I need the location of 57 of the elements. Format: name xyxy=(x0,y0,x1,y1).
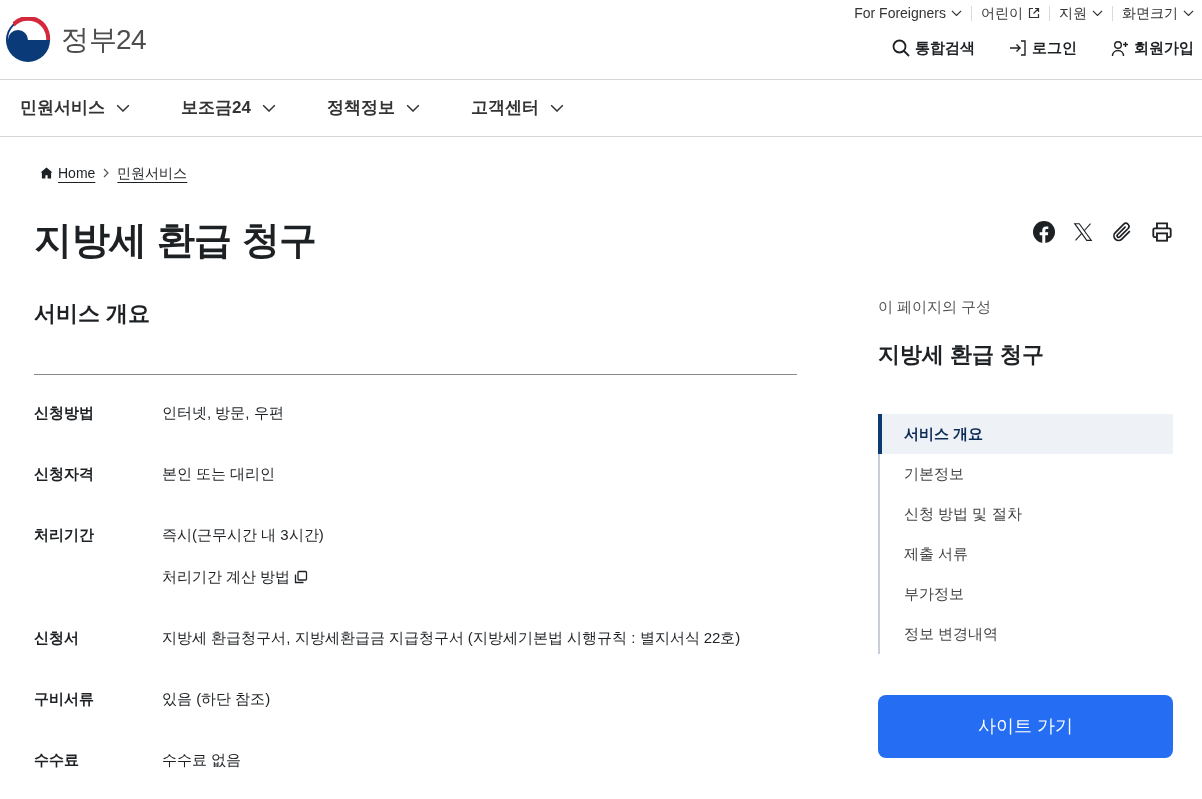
utility-link[interactable]: 어린이 xyxy=(981,2,1040,24)
site-button[interactable]: 사이트 가기 xyxy=(878,695,1173,758)
nav-menu-item[interactable]: 정책정보 xyxy=(326,95,420,121)
login-icon xyxy=(1009,39,1027,57)
utility-link[interactable]: For Foreigners xyxy=(854,2,962,24)
search-icon xyxy=(892,39,910,57)
x-logo-icon[interactable] xyxy=(1073,222,1093,242)
field-label: 구비서류 xyxy=(34,689,95,709)
chevron-down-icon xyxy=(405,103,420,113)
toc-item[interactable]: 서비스 개요 xyxy=(878,414,1173,454)
home-icon xyxy=(40,167,53,179)
field-label: 신청방법 xyxy=(34,403,95,423)
paperclip-icon[interactable] xyxy=(1111,221,1133,243)
toc-item[interactable]: 정보 변경내역 xyxy=(880,614,1173,654)
field-value: 수수료 없음 xyxy=(162,750,242,770)
emblem-icon[interactable] xyxy=(5,16,51,63)
nav-menu-item[interactable]: 고객센터 xyxy=(470,95,564,121)
field-label: 처리기간 xyxy=(34,525,95,545)
nav-menu-item[interactable]: 민원서비스 xyxy=(20,95,130,121)
field-value: 있음 (하단 참조) xyxy=(162,689,271,709)
chevron-down-icon xyxy=(951,9,962,17)
chevron-down-icon xyxy=(261,103,276,113)
field-value: 즉시(근무시간 내 3시간) xyxy=(162,525,324,545)
logo-text[interactable]: 정부24 xyxy=(61,25,147,54)
chevron-down-icon xyxy=(549,103,564,113)
login-link[interactable]: 로그인 xyxy=(1009,36,1077,60)
chevron-right-icon xyxy=(103,168,110,178)
print-icon[interactable] xyxy=(1151,221,1173,243)
field-label: 수수료 xyxy=(34,750,80,770)
user-plus-icon xyxy=(1111,39,1129,57)
breadcrumb-link[interactable]: Home xyxy=(58,163,96,183)
page-title: 지방세 환급 청구 xyxy=(34,218,317,263)
chevron-down-icon xyxy=(1183,9,1194,17)
toc-title: 지방세 환급 청구 xyxy=(878,341,1046,369)
toc-item[interactable]: 기본정보 xyxy=(880,454,1173,494)
field-label: 신청자격 xyxy=(34,464,95,484)
toc-item[interactable]: 신청 방법 및 절차 xyxy=(880,494,1173,534)
search-link[interactable]: 통합검색 xyxy=(892,36,975,60)
text-link[interactable]: 처리기간 계산 방법 xyxy=(162,566,309,587)
toc-item[interactable]: 부가정보 xyxy=(880,574,1173,614)
toc-item[interactable]: 제출 서류 xyxy=(880,534,1173,574)
external-link-icon xyxy=(1028,7,1040,19)
field-value: 지방세 환급청구서, 지방세환급금 지급청구서 (지방세기본법 시행규칙 : 별지서식 22호) xyxy=(162,628,741,648)
facebook-icon[interactable] xyxy=(1033,221,1055,243)
new-window-icon xyxy=(294,569,309,584)
nav-menu-item[interactable]: 보조금24 xyxy=(181,95,276,121)
field-label: 신청서 xyxy=(34,628,80,648)
utility-link[interactable]: 화면크기 xyxy=(1122,2,1194,24)
chevron-down-icon xyxy=(116,103,130,113)
field-value: 본인 또는 대리인 xyxy=(162,464,276,484)
utility-link[interactable]: 지원 xyxy=(1059,2,1103,24)
breadcrumb-link[interactable]: 민원서비스 xyxy=(117,163,188,183)
chevron-down-icon xyxy=(1092,9,1103,17)
section-heading: 서비스 개요 xyxy=(34,300,152,328)
field-value: 인터넷, 방문, 우편 xyxy=(162,403,284,423)
toc-caption: 이 페이지의 구성 xyxy=(878,297,993,317)
signup-link[interactable]: 회원가입 xyxy=(1111,36,1194,60)
